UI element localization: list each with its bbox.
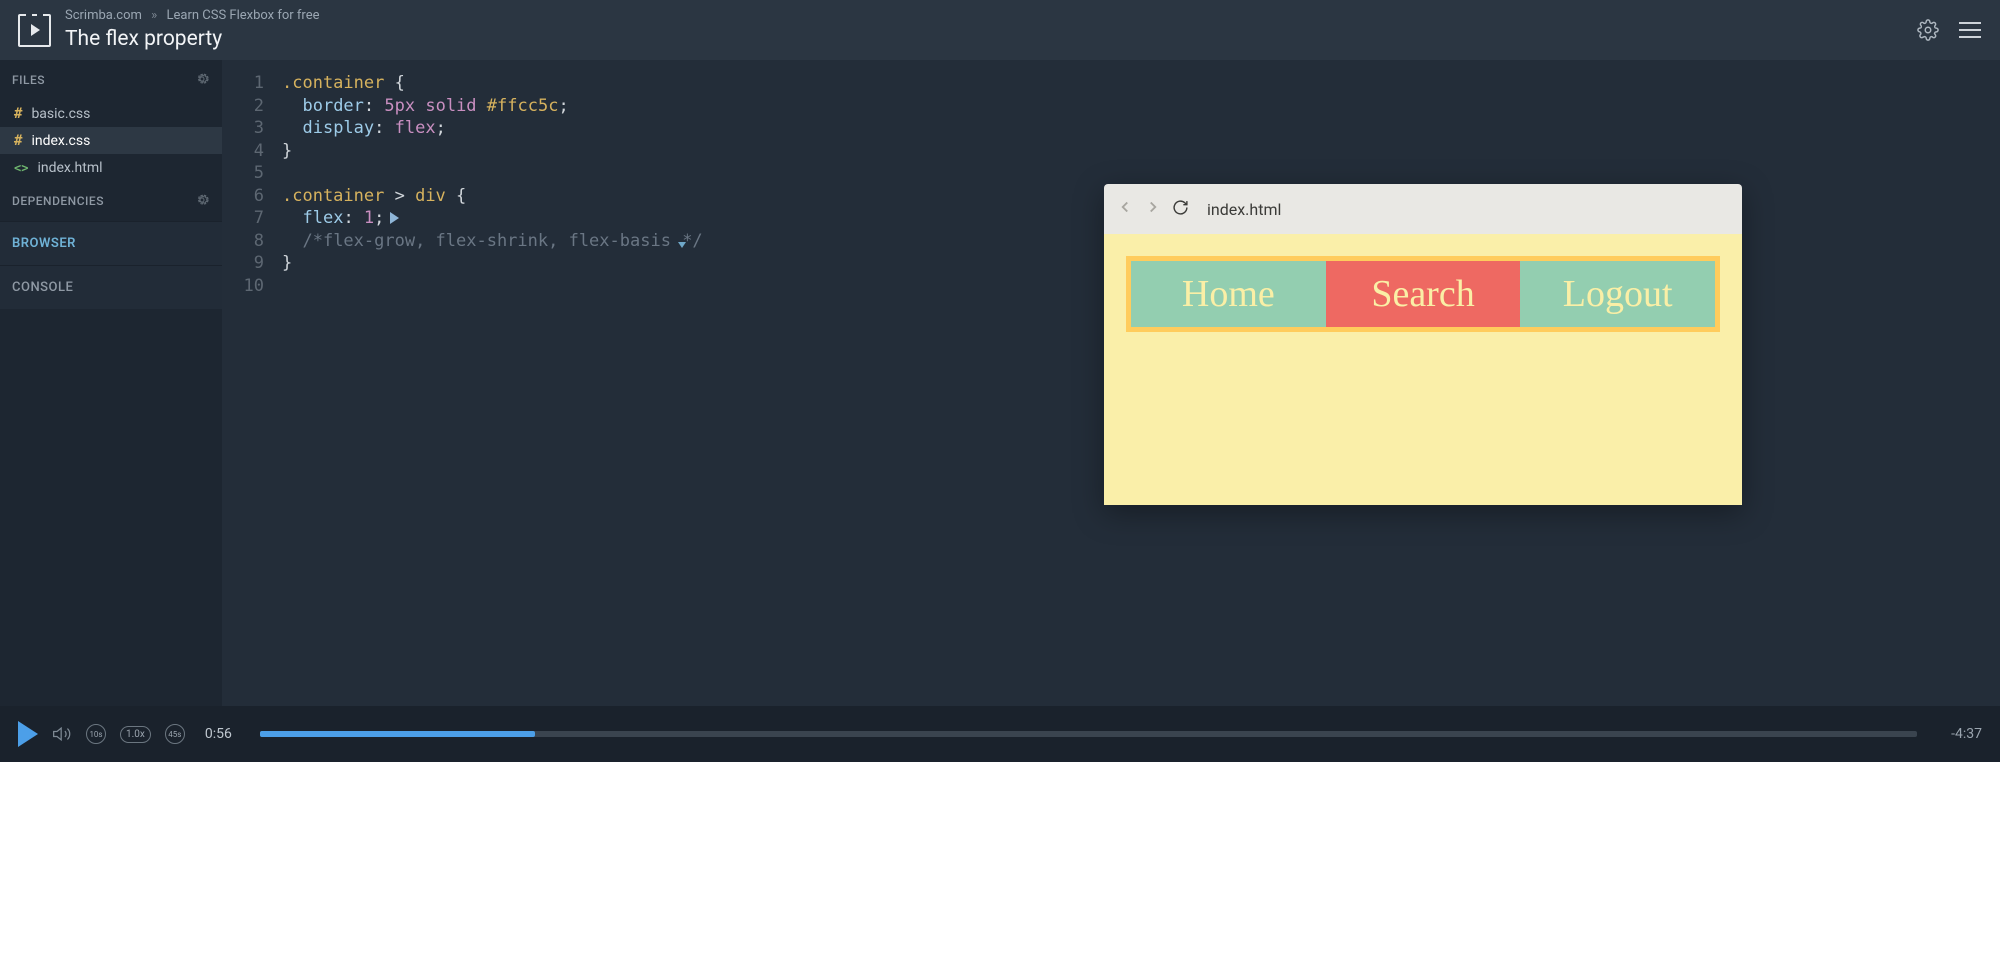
page-title: The flex property: [65, 26, 319, 52]
line-number: 8: [222, 230, 282, 253]
preview-viewport: HomeSearchLogout: [1104, 234, 1742, 505]
css-file-icon: #: [14, 106, 22, 122]
line-number: 6: [222, 185, 282, 208]
play-button[interactable]: [18, 721, 38, 747]
file-name: index.css: [31, 133, 90, 149]
reload-icon[interactable]: [1172, 199, 1189, 220]
file-item-basic-css[interactable]: # basic.css: [0, 100, 222, 127]
html-file-icon: <>: [14, 161, 28, 175]
code-editor[interactable]: 1.container {2 border: 5px solid #ffcc5c…: [222, 60, 2000, 706]
scrimba-logo[interactable]: [18, 14, 51, 47]
line-number: 3: [222, 117, 282, 140]
nav-item-home: Home: [1131, 261, 1326, 327]
line-number: 10: [222, 275, 282, 298]
skip-forward-button[interactable]: 45s: [165, 724, 185, 744]
code-line[interactable]: 3 display: flex;: [222, 117, 2000, 140]
remaining-time: -4:37: [1951, 726, 1982, 742]
volume-icon[interactable]: [52, 724, 72, 744]
line-number: 7: [222, 207, 282, 230]
page-footer: [0, 762, 2000, 973]
breadcrumb: Scrimba.com » Learn CSS Flexbox for free: [65, 8, 319, 24]
file-item-index-html[interactable]: <> index.html: [0, 154, 222, 181]
file-list: # basic.css # index.css<> index.html: [0, 100, 222, 181]
nav-item-logout: Logout: [1520, 261, 1715, 327]
css-file-icon: #: [14, 133, 22, 149]
preview-toolbar: index.html: [1104, 184, 1742, 234]
code-line[interactable]: 1.container {: [222, 72, 2000, 95]
skip-back-button[interactable]: 10s: [86, 724, 106, 744]
flex-container-demo: HomeSearchLogout: [1126, 256, 1720, 332]
sidebar: FILES # basic.css # index.css<> index.html D…: [0, 60, 222, 706]
deps-settings-icon[interactable]: [194, 192, 210, 211]
sidebar-console-tab[interactable]: CONSOLE: [0, 265, 222, 309]
files-settings-icon[interactable]: [194, 71, 210, 90]
sidebar-browser-label: BROWSER: [12, 236, 76, 251]
breadcrumb-site[interactable]: Scrimba.com: [65, 8, 142, 23]
file-item-index-css[interactable]: # index.css: [0, 127, 222, 154]
playback-bar: 10s 1.0x 45s 0:56 -4:37: [0, 706, 2000, 762]
sidebar-console-label: CONSOLE: [12, 280, 73, 295]
sidebar-deps-label: DEPENDENCIES: [12, 194, 104, 208]
playback-cursor-icon: [390, 212, 399, 224]
file-name: basic.css: [31, 106, 90, 122]
line-number: 5: [222, 162, 282, 185]
code-line[interactable]: 5: [222, 162, 2000, 185]
code-line[interactable]: 2 border: 5px solid #ffcc5c;: [222, 95, 2000, 118]
preview-url: index.html: [1207, 200, 1281, 219]
forward-icon[interactable]: [1144, 198, 1162, 220]
nav-item-search: Search: [1326, 261, 1521, 327]
back-icon[interactable]: [1116, 198, 1134, 220]
breadcrumb-course[interactable]: Learn CSS Flexbox for free: [166, 8, 319, 23]
browser-preview: index.html HomeSearchLogout: [1104, 184, 1742, 505]
progress-bar[interactable]: [260, 731, 1917, 737]
sidebar-dependencies-header: DEPENDENCIES: [0, 181, 222, 221]
settings-icon[interactable]: [1916, 18, 1940, 42]
line-number: 4: [222, 140, 282, 163]
code-line[interactable]: 4}: [222, 140, 2000, 163]
app-header: Scrimba.com » Learn CSS Flexbox for free…: [0, 0, 2000, 60]
sidebar-browser-tab[interactable]: BROWSER: [0, 221, 222, 265]
file-name: index.html: [37, 160, 102, 176]
menu-icon[interactable]: [1958, 18, 1982, 42]
line-number: 2: [222, 95, 282, 118]
sidebar-files-label: FILES: [12, 73, 45, 87]
progress-fill: [260, 731, 535, 737]
line-number: 9: [222, 252, 282, 275]
line-number: 1: [222, 72, 282, 95]
breadcrumb-separator: »: [151, 8, 157, 23]
playback-speed-button[interactable]: 1.0x: [120, 726, 151, 743]
current-time: 0:56: [205, 726, 232, 742]
sidebar-files-header: FILES: [0, 60, 222, 100]
